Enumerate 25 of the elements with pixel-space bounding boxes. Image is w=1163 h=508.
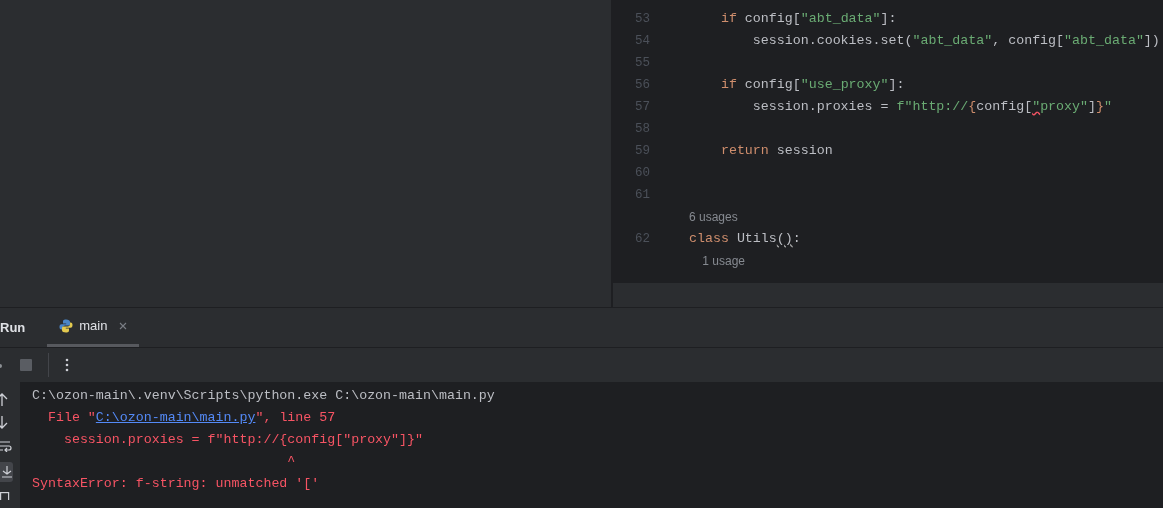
usages-hint[interactable]: 1 usage <box>689 252 746 270</box>
python-icon <box>59 319 74 333</box>
close-icon[interactable] <box>119 322 128 330</box>
run-panel-title: Run <box>0 318 26 337</box>
more-options-icon[interactable] <box>65 358 69 372</box>
squiggly-underline-code: () <box>776 231 793 247</box>
error-output-line: SyntaxError: f-string: unmatched '[' <box>32 475 320 494</box>
usages-hint[interactable]: 6 usages <box>689 208 738 226</box>
squiggly-underline-code: " <box>1032 99 1041 115</box>
code-line: session.proxies = f"http://{config["proxy"]}" <box>751 98 1112 117</box>
file-link[interactable]: C:\ozon-main\main.py <box>95 410 256 426</box>
scroll-to-end-button[interactable] <box>0 462 13 482</box>
command-line: C:\ozon-main\.venv\Scripts\python.exe C:\ozon-main\main.py <box>32 387 495 406</box>
code-line: class Utils(): <box>689 230 801 249</box>
scroll-to-end-icon <box>1 466 12 478</box>
code-line: return session <box>719 142 833 161</box>
code-line: if config["abt_data"]: <box>719 10 897 29</box>
code-line: session.cookies.set("abt_data", config["abt_data"]) <box>751 32 1160 51</box>
soft-wrap-icon[interactable] <box>0 440 12 452</box>
down-arrow-icon[interactable] <box>0 416 8 430</box>
error-output-line: File "C:\ozon-main\main.py", line 57 <box>46 409 336 428</box>
up-arrow-icon[interactable] <box>0 392 8 406</box>
error-output-line: session.proxies = f"http://{config["proxy"]}" <box>62 431 423 450</box>
code-line: if config["use_proxy"]: <box>719 76 905 95</box>
error-output-line: ^ <box>286 453 296 472</box>
